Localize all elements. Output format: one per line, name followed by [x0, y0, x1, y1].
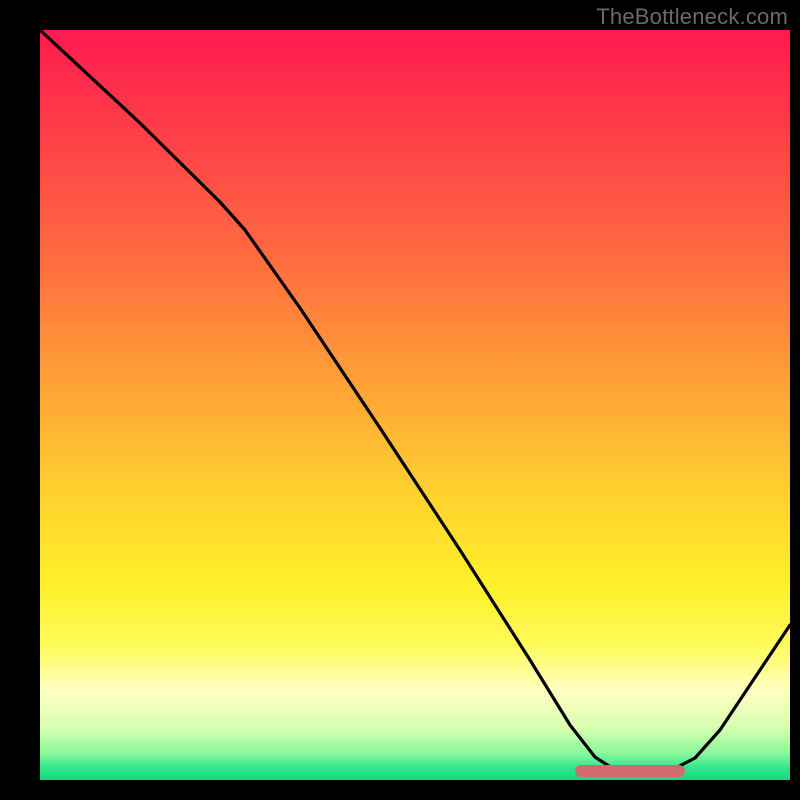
- watermark-label: TheBottleneck.com: [596, 4, 788, 30]
- background-gradient: [40, 30, 790, 780]
- plot-area: [40, 30, 790, 780]
- chart-frame: TheBottleneck.com: [0, 0, 800, 800]
